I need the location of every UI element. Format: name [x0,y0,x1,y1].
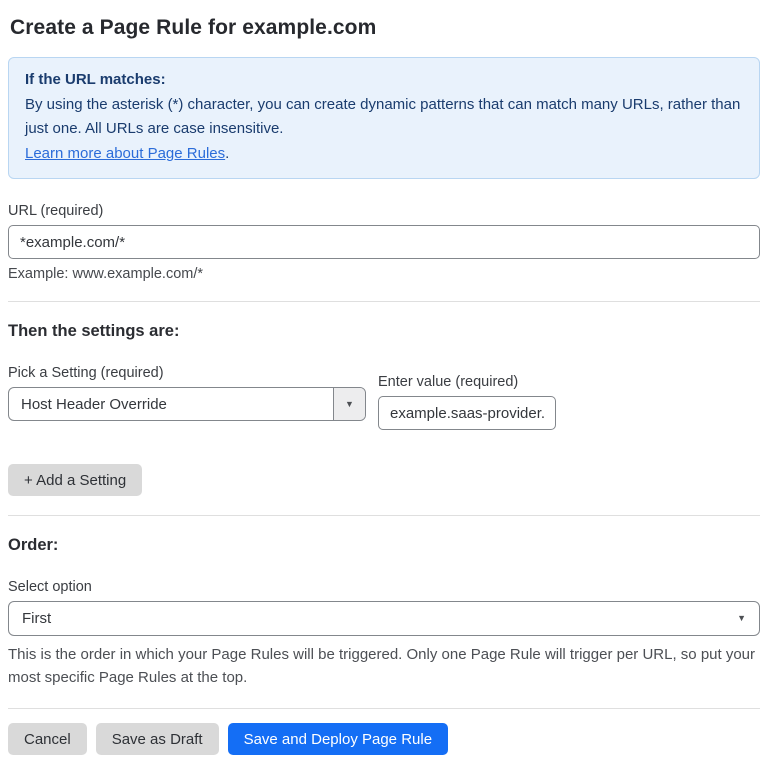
page-title: Create a Page Rule for example.com [10,16,377,39]
info-box-body: By using the asterisk (*) character, you… [25,95,741,138]
form-actions: Cancel Save as Draft Save and Deploy Pag… [8,723,760,755]
url-label: URL (required) [8,203,104,219]
divider [8,515,760,516]
save-and-deploy-button[interactable]: Save and Deploy Page Rule [227,723,449,755]
setting-select-value: Host Header Override [21,395,167,413]
cancel-button[interactable]: Cancel [8,723,87,755]
order-description: This is the order in which your Page Rul… [8,646,756,686]
enter-value-label: Enter value (required) [378,374,519,390]
url-match-info-box: If the URL matches: By using the asteris… [8,57,760,179]
create-page-rule-form: Create a Page Rule for example.com If th… [0,0,772,779]
chevron-down-icon: ▼ [737,613,746,623]
link-suffix: . [225,144,230,162]
divider [8,301,760,302]
order-select[interactable]: First ▼ [8,601,760,636]
settings-heading: Then the settings are: [8,322,180,340]
pick-setting-column: Pick a Setting (required) Host Header Ov… [8,365,366,430]
divider [8,708,760,709]
pick-setting-label: Pick a Setting (required) [8,365,164,381]
order-select-value: First [22,610,52,627]
order-heading: Order: [8,536,59,554]
setting-row: Pick a Setting (required) Host Header Ov… [8,365,760,430]
enter-value-column: Enter value (required) [378,374,556,430]
setting-value-input[interactable] [378,396,556,430]
url-field-block: URL (required) Example: www.example.com/… [8,203,760,282]
info-box-heading: If the URL matches: [25,71,166,88]
chevron-down-icon: ▼ [345,398,354,409]
setting-select[interactable]: Host Header Override ▼ [8,387,366,421]
learn-more-link[interactable]: Learn more about Page Rules [25,145,225,162]
url-hint: Example: www.example.com/* [8,266,204,282]
setting-select-caret-button[interactable]: ▼ [333,388,365,420]
url-input[interactable] [8,225,760,259]
save-as-draft-button[interactable]: Save as Draft [95,723,219,755]
add-setting-button[interactable]: + Add a Setting [8,464,143,496]
order-select-label: Select option [8,579,92,595]
info-box-link-line: Learn more about Page Rules. [25,142,743,167]
